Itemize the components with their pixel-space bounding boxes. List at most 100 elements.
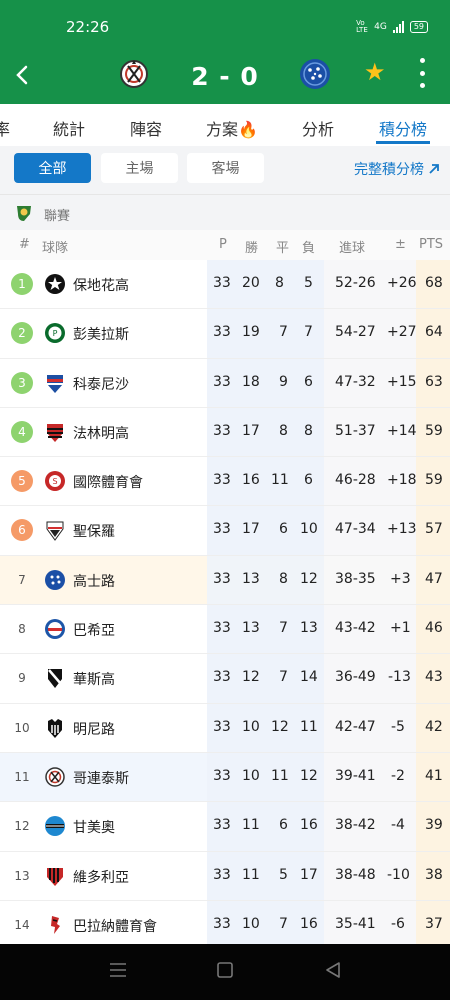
svg-text:S: S [52, 477, 57, 486]
filter-home-button[interactable]: 主場 [101, 153, 178, 183]
col-loss: 負 [302, 241, 316, 256]
palmeiras-crest-icon: P [45, 323, 65, 344]
points: 63 [425, 373, 443, 390]
league-header: 聯賽 [0, 194, 450, 231]
flamengo-crest-icon [47, 423, 63, 442]
points: 64 [425, 324, 443, 341]
rank-badge: 11 [14, 769, 30, 784]
status-icons: Vo LTE 4G 59 [356, 20, 428, 34]
back-triangle-icon[interactable] [324, 962, 342, 978]
rank-badge: 10 [14, 720, 30, 735]
tab-standings[interactable]: 積分榜 [379, 116, 427, 140]
rank-badge: 6 [11, 519, 33, 542]
table-row[interactable]: 10 明尼路 33 10 12 11 42-47 -5 42 [0, 703, 450, 753]
system-navigation-bar [0, 944, 450, 1000]
goal-diff: -5 [391, 718, 405, 735]
tab-stats[interactable]: 統計 [53, 116, 85, 140]
goal-diff: +15 [387, 373, 417, 390]
home-icon[interactable] [216, 962, 234, 978]
filter-away-button[interactable]: 客場 [187, 153, 264, 183]
col-diff: ± [395, 237, 406, 252]
table-row[interactable]: 12 甘美奧 33 11 6 16 38-42 -4 39 [0, 802, 450, 852]
filter-all-button[interactable]: 全部 [14, 153, 91, 183]
rank-badge: 9 [18, 671, 26, 686]
wins: 19 [242, 324, 260, 341]
standings-column-header: # 球隊 P 勝 平 負 進球 ± PTS [0, 230, 450, 260]
table-row[interactable]: 13 維多利亞 33 11 5 17 38-48 -10 38 [0, 851, 450, 901]
favorite-star-icon[interactable]: ★ [364, 58, 386, 86]
losses: 13 [300, 620, 318, 637]
active-tab-indicator [376, 141, 430, 144]
league-logo-icon [17, 206, 31, 221]
status-bar: 22:26 Vo LTE 4G 59 [0, 0, 450, 52]
col-rank: # [19, 237, 30, 252]
tab-lineup[interactable]: 陣容 [130, 116, 162, 140]
table-row[interactable]: 4 法林明高 33 17 8 8 51-37 +14 59 [0, 407, 450, 458]
vitoria-crest-icon [47, 867, 63, 886]
table-row[interactable]: 9 華斯高 33 12 7 14 36-49 -13 43 [0, 654, 450, 704]
points: 43 [425, 669, 443, 686]
goal-diff: -4 [391, 817, 405, 834]
recent-apps-icon[interactable] [109, 962, 127, 978]
goals: 52-26 [335, 275, 376, 291]
points: 39 [425, 817, 443, 834]
corinthians-crest-icon [45, 767, 65, 787]
table-row-highlighted[interactable]: 7 高士路 33 13 8 12 38-35 +3 47 [0, 555, 450, 606]
filter-bar: 全部 主場 客場 完整積分榜 [0, 146, 450, 194]
played: 33 [213, 324, 231, 341]
team-name: 哥連泰斯 [73, 770, 129, 787]
table-row[interactable]: 8 巴希亞 33 13 7 13 43-42 +1 46 [0, 605, 450, 655]
wins: 16 [242, 472, 260, 489]
table-row[interactable]: 1 保地花高 33 20 8 5 52-26 +26 68 [0, 260, 450, 310]
team-name: 聖保羅 [73, 524, 115, 541]
back-button[interactable] [12, 60, 32, 90]
league-name: 聯賽 [44, 209, 71, 224]
draws: 8 [279, 570, 288, 587]
points: 68 [425, 275, 443, 291]
atletico-mineiro-crest-icon [48, 718, 62, 738]
goals: 35-41 [335, 915, 376, 932]
wins: 11 [242, 866, 260, 883]
svg-text:P: P [53, 329, 58, 338]
table-row[interactable]: 2 P 彭美拉斯 33 19 7 7 54-27 +27 64 [0, 309, 450, 359]
tab-plans[interactable]: 方案🔥 [206, 116, 258, 140]
more-vertical-icon[interactable] [414, 58, 430, 88]
table-row[interactable]: 14 巴拉納體育會 33 10 7 16 35-41 -6 37 [0, 900, 450, 951]
played: 33 [213, 620, 231, 637]
rank-badge: 8 [18, 622, 26, 637]
losses: 5 [304, 275, 313, 291]
played: 33 [213, 373, 231, 390]
table-row[interactable]: 3 科泰尼沙 33 18 9 6 47-32 +15 63 [0, 358, 450, 408]
rank-badge: 12 [14, 819, 30, 834]
rank-badge: 1 [11, 273, 33, 295]
goal-diff: +13 [387, 521, 417, 538]
team-name: 維多利亞 [73, 869, 129, 886]
wins: 17 [242, 521, 260, 538]
draws: 9 [279, 373, 288, 390]
team-name: 保地花高 [73, 278, 129, 294]
played: 33 [213, 669, 231, 686]
points: 47 [425, 570, 443, 587]
sao-paulo-crest-icon [46, 521, 64, 542]
tab-analysis[interactable]: 分析 [302, 116, 334, 140]
wins: 20 [242, 275, 260, 291]
draws: 7 [279, 669, 288, 686]
network-type: 4G [374, 22, 387, 32]
points: 59 [425, 422, 443, 439]
table-row[interactable]: 5 S 國際體育會 33 16 11 6 46-28 +18 59 [0, 457, 450, 507]
col-win: 勝 [245, 241, 259, 256]
goals: 42-47 [335, 718, 376, 735]
tab-rate[interactable]: 率 [0, 116, 10, 140]
botafogo-crest-icon [45, 274, 65, 294]
full-table-link[interactable]: 完整積分榜 [354, 159, 440, 179]
goal-diff: +3 [390, 570, 411, 587]
rank-badge: 5 [11, 470, 33, 493]
team-name: 巴希亞 [73, 623, 115, 640]
rank-badge: 7 [18, 572, 26, 587]
wins: 10 [242, 915, 260, 932]
table-row[interactable]: 6 聖保羅 33 17 6 10 47-34 +13 57 [0, 506, 450, 556]
table-row-current-team[interactable]: 11 哥連泰斯 33 10 11 12 39-41 -2 41 [0, 752, 450, 803]
goals: 38-42 [335, 817, 376, 834]
team-name: 華斯高 [73, 672, 115, 689]
goals: 39-41 [335, 767, 376, 784]
